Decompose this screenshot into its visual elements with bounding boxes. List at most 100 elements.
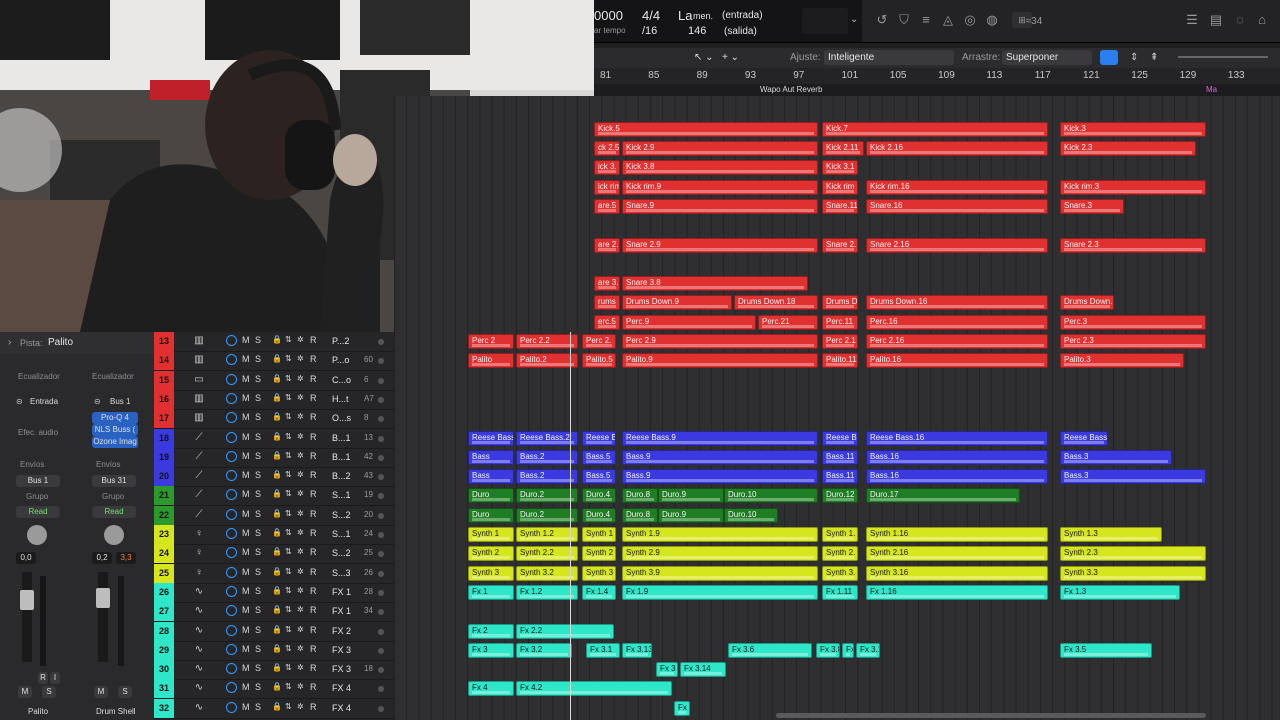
track-on-off-icon[interactable] xyxy=(226,470,237,482)
region[interactable]: Kick 2.16 xyxy=(866,141,1048,156)
region[interactable]: Perc.9 xyxy=(622,314,756,330)
track-name[interactable]: FX 4 xyxy=(332,703,351,713)
region[interactable]: Reese Bass. xyxy=(1060,430,1108,446)
undo-history-icon[interactable]: ↺ xyxy=(874,12,890,28)
solo-button[interactable]: S xyxy=(255,374,261,384)
region[interactable]: Snare 3.8 xyxy=(622,276,808,292)
record-enable-button[interactable]: R xyxy=(310,374,317,384)
track-on-off-icon[interactable] xyxy=(226,701,237,713)
inspector-header[interactable]: › Pista: Palito xyxy=(0,332,154,354)
region[interactable]: Snare.16 xyxy=(866,198,1048,214)
region[interactable]: Palito.2 xyxy=(516,353,578,369)
region[interactable]: Fx 1.11 xyxy=(822,584,858,600)
input-monitor-icon[interactable]: ✲ xyxy=(297,489,304,498)
solo-button[interactable]: S xyxy=(255,605,261,615)
list-editors-icon[interactable]: ☰ xyxy=(1184,12,1200,28)
record-enable-button[interactable]: R xyxy=(310,412,317,422)
record-enable-button[interactable]: R xyxy=(310,489,317,499)
track-name[interactable]: S...2 xyxy=(332,510,351,520)
record-enable-button[interactable]: R xyxy=(310,335,317,345)
solo-button[interactable]: S xyxy=(255,489,261,499)
mute-button[interactable]: M xyxy=(242,586,250,596)
track-on-off-icon[interactable] xyxy=(226,489,237,501)
region[interactable]: Bass.5 xyxy=(582,449,616,465)
marker-end[interactable]: Ma xyxy=(1206,85,1217,94)
region[interactable]: Drums Down.9 xyxy=(622,295,732,311)
region[interactable]: erc.5 xyxy=(594,314,620,330)
region[interactable]: Synth 1.2 xyxy=(516,527,578,542)
record-enable-button[interactable]: R xyxy=(310,393,317,403)
track-header[interactable]: 31 ∿ M S 🔒 ⇅ ✲ R FX 4 xyxy=(154,679,394,700)
record-enable-button[interactable]: R xyxy=(310,625,317,635)
mute-button[interactable]: M xyxy=(242,412,250,422)
marker-reverb[interactable]: Wapo Aut Reverb xyxy=(760,85,822,94)
region[interactable]: Synth 1 xyxy=(582,527,616,542)
region[interactable]: Fx 3.1 xyxy=(856,642,880,658)
lock-icon[interactable]: 🔒 xyxy=(272,509,282,518)
region[interactable]: Bass.11 xyxy=(822,469,858,485)
input-bus[interactable]: Bus 1 xyxy=(110,397,130,406)
pencil-tool-icon[interactable]: + ⌄ xyxy=(722,52,739,63)
solo-button[interactable]: S xyxy=(255,335,261,345)
record-enable-button[interactable]: R xyxy=(310,354,317,364)
region[interactable]: Bass.9 xyxy=(622,469,818,485)
entrada-label[interactable]: Entrada xyxy=(30,397,58,406)
eq-label-left[interactable]: Ecualizador xyxy=(18,372,60,381)
input-monitor-icon[interactable]: ✲ xyxy=(297,547,304,556)
input-monitor-icon[interactable]: ✲ xyxy=(297,644,304,653)
chevron-down-icon[interactable]: ⌄ xyxy=(850,14,858,25)
region[interactable]: Synth 2. xyxy=(822,546,858,562)
pointer-tool-icon[interactable]: ↖ ⌄ xyxy=(694,52,714,63)
region[interactable]: Drums D xyxy=(822,295,858,311)
lock-icon[interactable]: 🔒 xyxy=(272,528,282,537)
region[interactable]: Duro xyxy=(468,488,514,504)
region[interactable]: Duro.17 xyxy=(866,488,1020,504)
solo-button[interactable]: S xyxy=(255,625,261,635)
track-name[interactable]: S...1 xyxy=(332,529,351,539)
solo-button[interactable]: S xyxy=(255,470,261,480)
record-enable-button[interactable]: R xyxy=(310,547,317,557)
mute-button[interactable]: M xyxy=(242,470,250,480)
mute-button[interactable]: M xyxy=(242,393,250,403)
region[interactable]: Snare 2. xyxy=(822,237,858,253)
region[interactable]: Bass.2 xyxy=(516,449,578,465)
region[interactable]: Fx 1.4 xyxy=(582,584,616,600)
automation-read-left[interactable]: Read xyxy=(16,506,60,518)
lock-icon[interactable]: 🔒 xyxy=(272,625,282,634)
region[interactable]: Reese Bass xyxy=(468,430,514,446)
horizontal-scrollbar[interactable] xyxy=(776,713,1206,718)
region[interactable]: Reese Bass.16 xyxy=(866,430,1048,446)
freeze-icon[interactable]: ⇅ xyxy=(285,547,292,556)
freeze-icon[interactable]: ⇅ xyxy=(285,470,292,479)
lock-icon[interactable]: 🔒 xyxy=(272,644,282,653)
region[interactable]: Synth 1.3 xyxy=(1060,527,1162,542)
track-on-off-icon[interactable] xyxy=(226,392,237,404)
track-name[interactable]: S...1 xyxy=(332,490,351,500)
record-enable-button[interactable]: R xyxy=(310,451,317,461)
mute-button[interactable]: M xyxy=(242,354,250,364)
automation-read-right[interactable]: Read xyxy=(92,506,136,518)
input-monitor-icon[interactable]: ✲ xyxy=(297,354,304,363)
track-name[interactable]: B...2 xyxy=(332,471,351,481)
region[interactable]: Fx 3.13 xyxy=(622,642,652,658)
region[interactable]: Kick 2.11 xyxy=(822,141,864,156)
track-header[interactable]: 27 ∿ M S 🔒 ⇅ ✲ R FX 1 34 xyxy=(154,602,394,623)
region[interactable]: Drums Down. xyxy=(1060,295,1114,311)
region[interactable]: Synth 1.16 xyxy=(866,527,1048,542)
region[interactable]: Perc 2.9 xyxy=(622,334,818,349)
region[interactable]: Kick rim.16 xyxy=(866,179,1048,195)
record-enable-button[interactable]: R xyxy=(310,605,317,615)
input-monitor-icon[interactable]: ✲ xyxy=(297,663,304,672)
region[interactable]: Perc 2.1 xyxy=(822,334,858,349)
input-monitor-icon[interactable]: ✲ xyxy=(297,528,304,537)
region[interactable]: Fx xyxy=(674,700,690,716)
track-header[interactable]: 13 ▥ M S 🔒 ⇅ ✲ R P...2 xyxy=(154,332,394,352)
browser-icon[interactable]: ◌ xyxy=(1232,12,1248,28)
record-enable-button[interactable]: R xyxy=(310,528,317,538)
region[interactable]: Kick 2.3 xyxy=(1060,141,1196,156)
region[interactable]: Bass.2 xyxy=(516,469,578,485)
freeze-icon[interactable]: ⇅ xyxy=(285,663,292,672)
region[interactable]: Fx 3.6 xyxy=(728,642,812,658)
lock-icon[interactable]: 🔒 xyxy=(272,451,282,460)
solo-button[interactable]: S xyxy=(255,393,261,403)
